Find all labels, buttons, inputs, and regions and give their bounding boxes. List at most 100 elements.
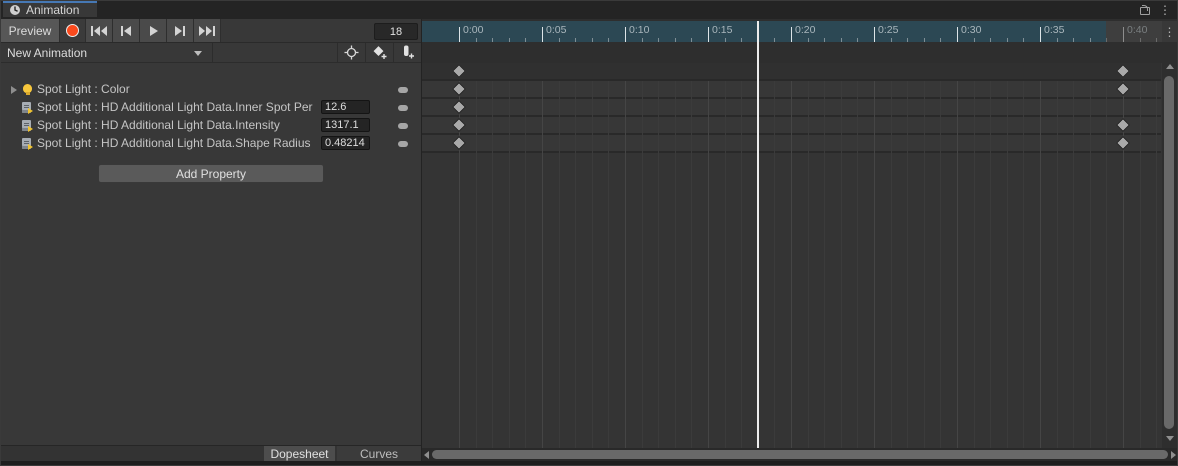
window-menu-icon[interactable]: ⋮: [1159, 3, 1171, 17]
script-arrow-shape: [28, 108, 33, 114]
frame-gridline: [940, 81, 941, 448]
ruler-minor-tick: [907, 38, 908, 42]
property-label: Spot Light : Color: [37, 82, 319, 97]
ruler-minor-tick: [940, 38, 941, 42]
tab-dopesheet[interactable]: Dopesheet: [264, 446, 335, 462]
ruler-minor-tick: [592, 38, 593, 42]
filter-by-selection-button[interactable]: [337, 43, 365, 62]
ruler-minor-tick: [774, 38, 775, 42]
playhead[interactable]: [757, 21, 759, 448]
ruler-major-tick: [791, 27, 792, 42]
current-frame-field[interactable]: [374, 23, 418, 40]
filter-by-selection-icon: [344, 45, 359, 60]
ruler-tick-label: 0:15: [712, 24, 732, 36]
frame-gridline: [708, 81, 709, 448]
summary-track-row[interactable]: [422, 63, 1161, 79]
horizontal-scroll-thumb[interactable]: [432, 450, 1168, 459]
ruler-minor-tick: [492, 38, 493, 42]
row-keyframe-dot[interactable]: [398, 141, 408, 147]
property-value-field[interactable]: [321, 118, 370, 132]
ruler-minor-tick: [857, 38, 858, 42]
previous-keyframe-icon: [119, 25, 133, 37]
ruler-major-tick: [1123, 27, 1124, 42]
frame-gridline: [509, 81, 510, 448]
scroll-up-icon[interactable]: [1166, 64, 1174, 69]
ruler-minor-tick: [841, 38, 842, 42]
frame-gridline: [874, 81, 875, 448]
frame-gridline: [957, 81, 958, 448]
property-value-field[interactable]: [321, 100, 370, 114]
frame-gridline: [1073, 81, 1074, 448]
property-row[interactable]: Spot Light : HD Additional Light Data.Sh…: [1, 136, 421, 151]
ruler-minor-tick: [658, 38, 659, 42]
add-keyframe-icon: [372, 46, 388, 60]
frame-gridline: [1007, 81, 1008, 448]
ruler-minor-tick: [741, 38, 742, 42]
ruler-minor-tick: [608, 38, 609, 42]
property-row[interactable]: Spot Light : HD Additional Light Data.In…: [1, 118, 421, 133]
row-keyframe-dot[interactable]: [398, 123, 408, 129]
horizontal-scrollbar[interactable]: [422, 448, 1177, 461]
tab-animation[interactable]: Animation: [3, 1, 97, 17]
play-button[interactable]: [140, 19, 167, 42]
ruler-minor-tick: [525, 38, 526, 42]
frame-gridline: [774, 81, 775, 448]
view-tab-bar: Dopesheet Curves: [1, 445, 421, 461]
tab-curves[interactable]: Curves: [337, 446, 421, 462]
frame-gridline: [542, 81, 543, 448]
row-keyframe-dot[interactable]: [398, 87, 408, 93]
ruler-minor-tick: [1140, 38, 1141, 42]
add-event-button[interactable]: [393, 43, 421, 62]
last-frame-icon: [198, 25, 216, 37]
unlock-icon[interactable]: [1140, 5, 1149, 15]
scroll-down-icon[interactable]: [1166, 436, 1174, 441]
script-icon: [21, 101, 34, 114]
ruler-major-tick: [542, 27, 543, 42]
first-frame-button[interactable]: [86, 19, 113, 42]
last-frame-button[interactable]: [194, 19, 221, 42]
vertical-scroll-thumb[interactable]: [1164, 76, 1174, 429]
add-property-button[interactable]: Add Property: [98, 164, 324, 183]
property-row[interactable]: Spot Light : HD Additional Light Data.In…: [1, 100, 421, 115]
foldout-triangle-icon[interactable]: [11, 86, 17, 94]
ruler-tick-label: 0:05: [546, 24, 566, 36]
toolbar-spacer: [221, 19, 374, 42]
add-keyframe-button[interactable]: [365, 43, 393, 62]
play-icon: [147, 25, 159, 37]
scroll-left-icon[interactable]: [424, 451, 429, 459]
scroll-right-icon[interactable]: [1171, 451, 1176, 459]
clip-toolbar: New Animation: [1, 43, 421, 63]
clip-dropdown[interactable]: New Animation: [1, 43, 213, 62]
frame-gridline: [575, 81, 576, 448]
ruler-minor-tick: [824, 38, 825, 42]
ruler-minor-tick: [1007, 38, 1008, 42]
window-bottom-edge: [1, 461, 1177, 465]
frame-gridline: [725, 81, 726, 448]
frame-gridline: [741, 81, 742, 448]
window-tab-bar: Animation ⋮: [1, 1, 1177, 19]
vertical-scrollbar[interactable]: [1162, 42, 1177, 448]
window-controls: ⋮: [1140, 3, 1171, 17]
first-frame-icon: [90, 25, 108, 37]
frame-gridline: [824, 81, 825, 448]
timeline-options-button[interactable]: ⋮: [1162, 21, 1177, 42]
ruler-major-tick: [459, 27, 460, 42]
clip-toolbar-spacer: [213, 43, 337, 62]
property-value-field[interactable]: [321, 136, 370, 150]
frame-gridline: [791, 81, 792, 448]
previous-keyframe-button[interactable]: [113, 19, 140, 42]
ruler-minor-tick: [808, 38, 809, 42]
frame-gridline: [1023, 81, 1024, 448]
ruler-minor-tick: [1073, 38, 1074, 42]
preview-button[interactable]: Preview: [1, 19, 60, 42]
light-icon: [21, 83, 34, 96]
ruler-minor-tick: [725, 38, 726, 42]
script-icon: [21, 137, 34, 150]
frame-gridline: [857, 81, 858, 448]
record-button[interactable]: [60, 19, 86, 42]
next-keyframe-button[interactable]: [167, 19, 194, 42]
row-keyframe-dot[interactable]: [398, 105, 408, 111]
frame-gridline: [1040, 81, 1041, 448]
kebab-menu-icon: ⋮: [1164, 25, 1176, 39]
property-row[interactable]: Spot Light : Color: [1, 82, 421, 97]
